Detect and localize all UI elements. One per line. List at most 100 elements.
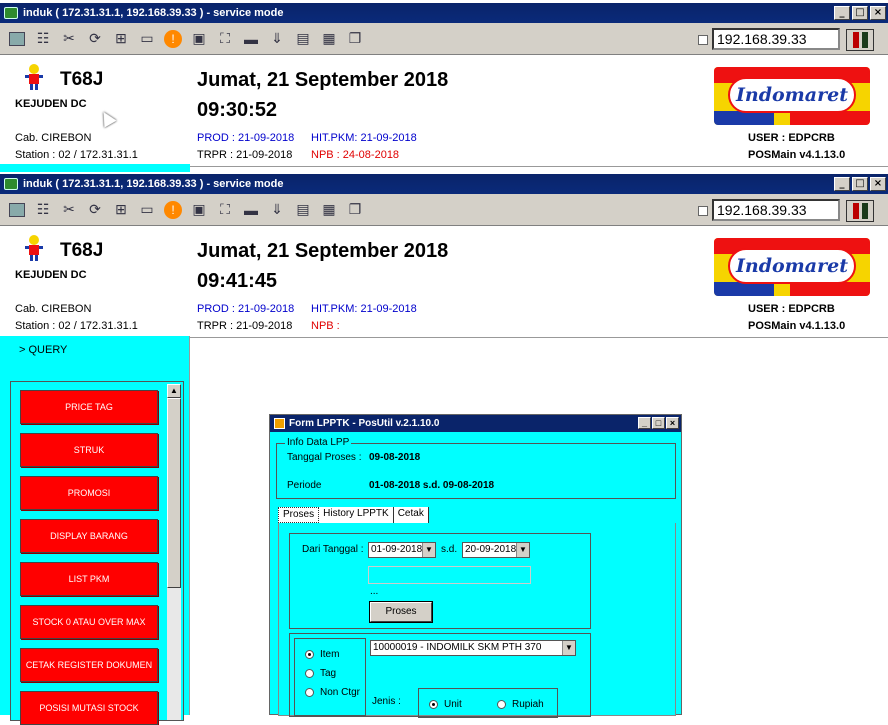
monitor-icon[interactable]: ▬	[240, 199, 262, 221]
download-icon[interactable]: ⇓	[266, 28, 288, 50]
sidebar: > QUERY PRICE TAG STRUK PROMOSI DISPLAY …	[0, 336, 190, 725]
date-label: Jumat, 21 September 2018	[197, 69, 449, 91]
npb-label: NPB :	[311, 320, 340, 332]
station-label: Station : 02 / 172.31.31.1	[15, 149, 138, 161]
dari-tanggal-value: 01-09-2018	[371, 544, 423, 555]
filter-group: Item Tag Non Ctgr 10000019 - INDOMILK SK…	[289, 633, 591, 718]
drive-icon[interactable]: ▭	[136, 28, 158, 50]
dari-tanggal-select[interactable]: 01-09-2018 ▼	[368, 542, 436, 558]
jenis-radio-group: Unit Rupiah	[418, 688, 558, 718]
fullscreen-icon[interactable]: ⛶	[214, 28, 236, 50]
menu-stock-button[interactable]: STOCK 0 ATAU OVER MAX	[20, 605, 158, 639]
maximize-button[interactable]: □	[852, 177, 868, 191]
network-error-icon[interactable]: ▣	[188, 199, 210, 221]
window-title: induk ( 172.31.31.1, 192.168.39.33 ) - s…	[23, 178, 284, 190]
scroll-thumb[interactable]	[167, 398, 181, 588]
close-button[interactable]: ×	[870, 177, 886, 191]
chevron-down-icon[interactable]: ▼	[562, 641, 575, 655]
note-icon[interactable]: ▤	[292, 28, 314, 50]
item-select[interactable]: 10000019 - INDOMILK SKM PTH 370 ▼	[370, 640, 576, 656]
note-icon[interactable]: ▤	[292, 199, 314, 221]
minimize-button[interactable]: _	[834, 6, 850, 20]
close-button[interactable]: ×	[870, 6, 886, 20]
user-label: USER : EDPCRB	[748, 303, 835, 315]
tab-history-lpptk[interactable]: History LPPTK	[319, 507, 394, 523]
radio-dot-icon	[497, 700, 506, 709]
radio-rupiah[interactable]: Rupiah	[497, 699, 544, 710]
menu-cetak-register-button[interactable]: CETAK REGISTER DOKUMEN	[20, 648, 158, 682]
exit-button[interactable]	[846, 29, 874, 51]
menu-posisi-mutasi-button[interactable]: POSISI MUTASI STOCK	[20, 691, 158, 725]
windows-icon[interactable]: ⊞	[110, 28, 132, 50]
proses-button[interactable]: Proses	[370, 602, 432, 622]
menu-struk-button[interactable]: STRUK	[20, 433, 158, 467]
radio-non-ctgr[interactable]: Non Ctgr	[305, 687, 360, 698]
chip-icon[interactable]: ▦	[318, 28, 340, 50]
fullscreen-icon[interactable]: ⛶	[214, 199, 236, 221]
periode-value: 01-08-2018 s.d. 09-08-2018	[369, 480, 495, 491]
radio-item[interactable]: Item	[305, 649, 339, 660]
ip-input[interactable]: 192.168.39.33	[712, 28, 840, 50]
radio-tag[interactable]: Tag	[305, 668, 336, 679]
query-label[interactable]: > QUERY	[19, 344, 67, 356]
store-header: T68J KEJUDEN DC Jumat, 21 September 2018…	[0, 55, 888, 167]
monitor-icon[interactable]: ▬	[240, 28, 262, 50]
tree-icon[interactable]: ☷	[32, 199, 54, 221]
radio-unit-label: Unit	[444, 699, 462, 710]
ip-checkbox[interactable]	[698, 206, 708, 216]
form-lpptk-window: Form LPPTK - PosUtil v.2.1.10.0 _ □ × In…	[269, 414, 682, 718]
windows-icon[interactable]: ⊞	[110, 199, 132, 221]
tools-icon[interactable]: ✂	[58, 28, 80, 50]
copy-icon[interactable]: ❐	[344, 28, 366, 50]
drive-icon[interactable]: ▭	[136, 199, 158, 221]
info-data-lpp-group: Info Data LPP Tanggal Proses : 09-08-201…	[276, 437, 676, 499]
form-title-bar[interactable]: Form LPPTK - PosUtil v.2.1.10.0 _ □ ×	[270, 415, 681, 432]
mouse-cursor-icon	[97, 108, 117, 128]
minimize-button[interactable]: _	[834, 177, 850, 191]
type-radio-group: Item Tag Non Ctgr	[294, 638, 366, 716]
copy-icon[interactable]: ❐	[344, 199, 366, 221]
title-bar[interactable]: induk ( 172.31.31.1, 192.168.39.33 ) - s…	[0, 174, 888, 194]
refresh-icon[interactable]: ⟳	[84, 28, 106, 50]
alert-icon[interactable]: !	[162, 28, 184, 50]
exit-button[interactable]	[846, 200, 874, 222]
refresh-icon[interactable]: ⟳	[84, 199, 106, 221]
menu-price-tag-button[interactable]: PRICE TAG	[20, 390, 158, 424]
ip-checkbox[interactable]	[698, 35, 708, 45]
menu-display-barang-button[interactable]: DISPLAY BARANG	[20, 519, 158, 553]
tab-proses[interactable]: Proses	[278, 507, 320, 523]
menu-list-pkm-button[interactable]: LIST PKM	[20, 562, 158, 596]
chart-icon[interactable]	[6, 28, 28, 50]
menu-promosi-button[interactable]: PROMOSI	[20, 476, 158, 510]
radio-unit[interactable]: Unit	[429, 699, 462, 710]
sd-tanggal-select[interactable]: 20-09-2018 ▼	[462, 542, 530, 558]
download-icon[interactable]: ⇓	[266, 199, 288, 221]
sd-label: s.d.	[441, 544, 458, 555]
app-icon	[4, 178, 18, 190]
form-close-button[interactable]: ×	[666, 417, 679, 429]
form-minimize-button[interactable]: _	[638, 417, 651, 429]
tools-icon[interactable]: ✂	[58, 199, 80, 221]
menu-scrollbar[interactable]: ▲	[167, 384, 181, 720]
item-value: 10000019 - INDOMILK SKM PTH 370	[373, 642, 542, 653]
branch-name: KEJUDEN DC	[15, 269, 87, 281]
chip-icon[interactable]: ▦	[318, 199, 340, 221]
form-title: Form LPPTK - PosUtil v.2.1.10.0	[289, 418, 440, 429]
chart-icon[interactable]	[6, 199, 28, 221]
chevron-down-icon[interactable]: ▼	[516, 543, 529, 557]
version-label: POSMain v4.1.13.0	[748, 149, 846, 161]
alert-icon[interactable]: !	[162, 199, 184, 221]
scroll-up-icon[interactable]: ▲	[167, 384, 181, 398]
title-bar[interactable]: induk ( 172.31.31.1, 192.168.39.33 ) - s…	[0, 3, 888, 23]
time-label: 09:41:45	[197, 270, 278, 292]
tab-cetak[interactable]: Cetak	[393, 507, 429, 523]
tree-icon[interactable]: ☷	[32, 28, 54, 50]
form-maximize-button[interactable]: □	[652, 417, 665, 429]
ip-input[interactable]: 192.168.39.33	[712, 199, 840, 221]
station-label: Station : 02 / 172.31.31.1	[15, 320, 138, 332]
maximize-button[interactable]: □	[852, 6, 868, 20]
store-code: T68J	[60, 69, 104, 90]
network-error-icon[interactable]: ▣	[188, 28, 210, 50]
chevron-down-icon[interactable]: ▼	[422, 543, 435, 557]
radio-dot-icon	[305, 688, 314, 697]
